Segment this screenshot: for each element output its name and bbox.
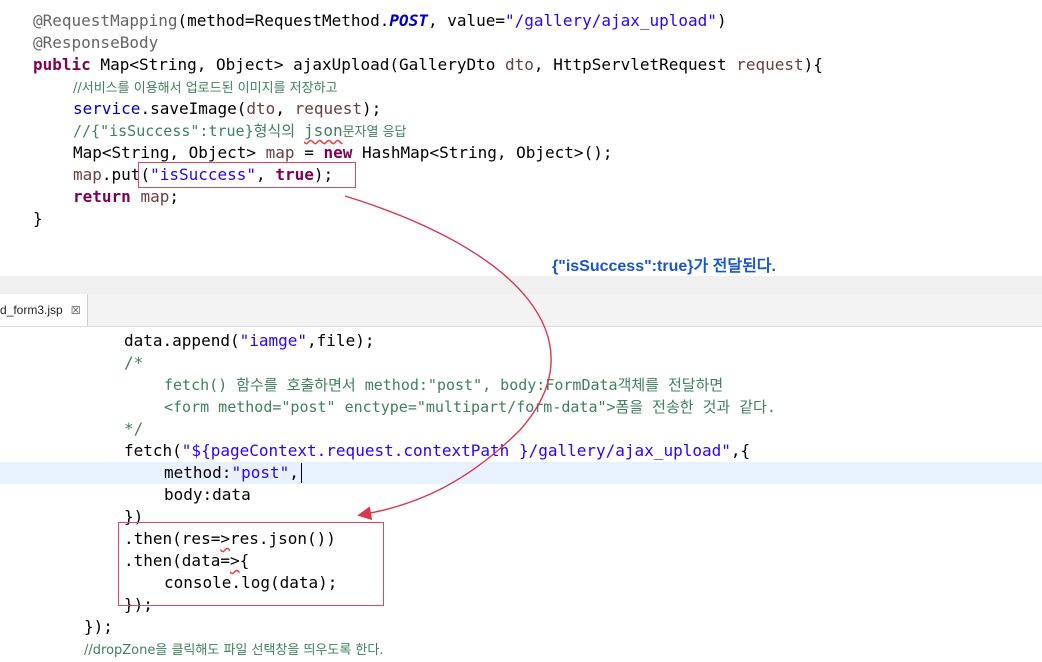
annotation-label: {"isSuccess":true}가 전달된다.: [552, 258, 776, 275]
editor-tab-bar: d_form3.jsp ☒: [0, 294, 1042, 327]
code-token: body:data: [164, 485, 251, 504]
string-token: "${pageContext.request.contextPath }/gal…: [181, 441, 731, 460]
code-token: ,: [289, 463, 299, 482]
current-line-highlight: [0, 462, 1042, 484]
code-token: =: [294, 143, 324, 162]
param-token: dto: [246, 99, 276, 118]
code-token: (method=RequestMethod.: [177, 11, 390, 30]
param-token: dto: [505, 55, 534, 74]
param-token: request: [294, 99, 363, 118]
code-token: ;: [169, 187, 179, 206]
code-line: //{"isSuccess":true}형식의 json문자열 응답: [73, 120, 407, 144]
code-token: );: [362, 99, 382, 118]
constant-token: POST: [389, 11, 428, 30]
string-token: "post": [231, 463, 290, 482]
variable-token: map: [73, 165, 102, 184]
comment-token: //서비스를 이용해서 업로드된 이미지를 저장하고: [73, 81, 338, 96]
comment-token: 문자열 응답: [342, 125, 407, 140]
code-line: <form method="post" enctype="multipart/f…: [164, 396, 776, 418]
code-token: ): [716, 11, 727, 30]
code-token: method:: [164, 463, 232, 482]
code-token: data.append(: [124, 331, 240, 350]
comment-token: <form method="post" enctype="multipart/f…: [164, 398, 776, 416]
keyword-token: public: [33, 55, 91, 74]
highlight-box-then: [118, 522, 384, 606]
annotation-token: @ResponseBody: [33, 33, 159, 52]
code-line: //서비스를 이용해서 업로드된 이미지를 저장하고: [73, 76, 338, 100]
code-line: fetch() 함수를 호출하면서 method:"post", body:Fo…: [164, 374, 723, 396]
code-token: ,{: [730, 441, 751, 460]
code-token: Map<String, Object>: [73, 143, 266, 162]
code-token: ){: [803, 55, 823, 74]
keyword-token: new: [323, 143, 353, 162]
pane-separator[interactable]: [0, 276, 1042, 294]
comment-token: //dropZone을 클릭해도 파일 선택창을 띄우도록 한다.: [84, 643, 384, 658]
code-line: /*: [124, 352, 143, 374]
code-token: });: [84, 617, 113, 636]
code-token: }: [33, 209, 43, 228]
code-line: return map;: [73, 186, 179, 208]
variable-token: map: [140, 187, 170, 206]
code-line: //dropZone을 클릭해도 파일 선택창을 띄우도록 한다.: [84, 638, 384, 662]
keyword-token: return: [73, 187, 131, 206]
comment-token: fetch() 함수를 호출하면서 method:"post", body:Fo…: [164, 376, 724, 394]
code-line: public Map<String, Object> ajaxUpload(Ga…: [33, 54, 823, 76]
code-line: method:"post",: [164, 462, 299, 484]
code-line: }: [33, 208, 43, 230]
tab-label: d_form3.jsp: [0, 303, 63, 317]
code-token: ,file);: [307, 331, 375, 350]
code-token: ,: [275, 99, 295, 118]
code-line: });: [84, 616, 113, 638]
code-line: @RequestMapping(method=RequestMethod.POS…: [33, 10, 727, 32]
code-line: @ResponseBody: [33, 32, 158, 54]
code-token: , HttpServletRequest: [533, 55, 737, 74]
code-token: , value=: [427, 11, 506, 30]
code-line: service.saveImage(dto, request);: [73, 98, 381, 120]
top-editor-pane[interactable]: @RequestMapping(method=RequestMethod.POS…: [0, 0, 1042, 232]
annotation-token: @RequestMapping: [33, 11, 178, 30]
code-token: fetch(: [124, 441, 182, 460]
code-token: Map<String, Object> ajaxUpload(GalleryDt…: [90, 55, 506, 74]
highlight-box-put: [138, 162, 356, 188]
field-token: service: [73, 99, 141, 118]
code-line: fetch("${pageContext.request.contextPath…: [124, 440, 750, 462]
string-token: "/gallery/ajax_upload": [505, 11, 717, 30]
string-token: "iamge": [239, 331, 308, 350]
param-token: request: [736, 55, 804, 74]
code-token: HashMap<String, Object>();: [352, 143, 613, 162]
variable-token: map: [265, 143, 295, 162]
comment-token: /*: [124, 353, 144, 372]
tab-jsp-file[interactable]: d_form3.jsp ☒: [0, 294, 88, 326]
comment-token: //{"isSuccess":true}형식의: [73, 122, 305, 140]
close-icon[interactable]: ☒: [71, 304, 81, 317]
comment-token: */: [124, 419, 144, 438]
text-caret: [301, 463, 302, 483]
code-line: body:data: [164, 484, 251, 506]
comment-token: json: [304, 121, 343, 140]
code-line: data.append("iamge",file);: [124, 330, 374, 352]
code-token: .saveImage(: [140, 99, 247, 118]
code-line: */: [124, 418, 143, 440]
code-line: Map<String, Object> map = new HashMap<St…: [73, 142, 612, 164]
